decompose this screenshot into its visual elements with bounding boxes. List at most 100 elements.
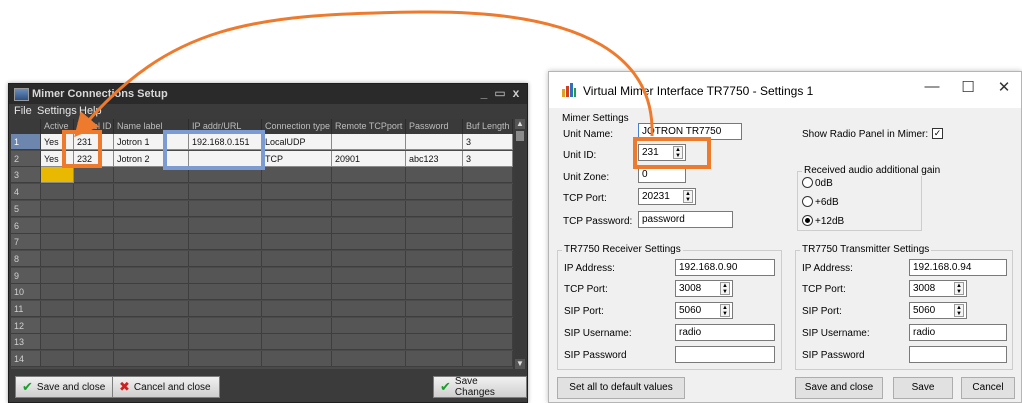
grid-cell[interactable] [41,267,74,284]
scroll-down-icon[interactable]: ▼ [515,359,525,369]
grid-cell[interactable] [406,217,463,234]
grid-cell[interactable] [463,351,513,368]
grid-cell[interactable] [262,184,332,201]
row-number[interactable]: 5 [11,200,41,217]
grid-cell[interactable] [262,334,332,351]
rx-ip-field[interactable]: 192.168.0.90 [675,259,775,276]
grid-cell[interactable] [262,284,332,301]
minimize-icon[interactable]: — [921,78,943,95]
tx-sip-field[interactable]: 5060 ▲ ▼ [909,302,967,319]
grid-cell[interactable] [463,267,513,284]
grid-cell[interactable] [332,250,406,267]
grid-cell[interactable] [114,351,189,368]
scroll-up-icon[interactable]: ▲ [515,119,525,129]
row-number[interactable]: 9 [11,267,41,284]
grid-cell[interactable] [189,284,262,301]
rx-sip-field[interactable]: 5060 ▲ ▼ [675,302,733,319]
grid-cell[interactable] [332,217,406,234]
grid-cell[interactable] [262,250,332,267]
grid-cell[interactable] [262,317,332,334]
grid-cell[interactable] [41,217,74,234]
grid-cell[interactable] [189,217,262,234]
grid-cell[interactable] [463,167,513,184]
grid-cell[interactable] [41,317,74,334]
row-number[interactable]: 14 [11,351,41,368]
tcp-port-field[interactable]: 20231 ▲ ▼ [638,188,696,205]
row-number[interactable]: 10 [11,284,41,301]
menu-help[interactable]: Help [79,105,102,117]
grid-cell[interactable] [332,267,406,284]
grid-cell[interactable] [114,301,189,317]
grid-cell[interactable] [189,200,262,217]
tx-pass-field[interactable] [909,346,1007,363]
grid-cell[interactable] [406,351,463,368]
row-number[interactable]: 6 [11,217,41,234]
grid-cell[interactable] [41,284,74,301]
spinner-icon[interactable]: ▲ ▼ [683,190,693,203]
menu-file[interactable]: File [14,105,32,117]
grid-cell[interactable] [262,200,332,217]
grid-cell[interactable] [406,167,463,184]
rx-tcp-field[interactable]: 3008 ▲ ▼ [675,280,733,297]
grid-cell[interactable] [189,184,262,201]
grid-cell[interactable] [406,317,463,334]
column-header[interactable] [11,119,41,134]
grid-cell[interactable] [332,301,406,317]
grid-cell[interactable] [41,301,74,317]
scroll-thumb[interactable] [516,131,524,141]
row-number[interactable]: 2 [11,150,41,167]
grid-cell[interactable] [114,250,189,267]
grid-cell[interactable] [463,334,513,351]
grid-cell[interactable] [463,250,513,267]
grid-cell[interactable] [332,317,406,334]
grid-cell[interactable] [262,217,332,234]
grid-cell[interactable] [332,234,406,251]
left-save-and-close-button[interactable]: ✔ Save and close [15,376,115,398]
maximize-icon[interactable]: ▭ [493,86,507,100]
tx-ip-field[interactable]: 192.168.0.94 [909,259,1007,276]
grid-cell[interactable] [332,184,406,201]
grid-cell[interactable] [406,234,463,251]
spinner-icon[interactable]: ▲ ▼ [720,304,730,317]
grid-cell[interactable] [463,317,513,334]
grid-cell[interactable] [463,284,513,301]
grid-cell[interactable] [406,134,463,150]
grid-cell[interactable] [332,334,406,351]
grid-cell[interactable] [406,284,463,301]
grid-cell[interactable] [114,317,189,334]
grid-cell[interactable]: LocalUDP [262,134,332,150]
grid-cell[interactable] [74,334,114,351]
grid-cell[interactable] [332,284,406,301]
grid-cell[interactable] [406,267,463,284]
grid-cell[interactable] [114,267,189,284]
close-icon[interactable]: x [509,86,523,100]
row-number[interactable]: 3 [11,167,41,184]
grid-cell[interactable] [262,234,332,251]
row-number[interactable]: 4 [11,184,41,201]
grid-cell[interactable] [189,334,262,351]
grid-cell[interactable] [74,200,114,217]
grid-cell[interactable] [406,184,463,201]
cancel-button[interactable]: Cancel [961,377,1015,399]
grid-cell[interactable] [114,217,189,234]
grid-cell[interactable] [41,200,74,217]
grid-cell[interactable]: 20901 [332,150,406,167]
grid-cell[interactable] [463,301,513,317]
grid-cell[interactable] [189,351,262,368]
spinner-icon[interactable]: ▲ ▼ [954,282,964,295]
cancel-and-close-button[interactable]: ✖ Cancel and close [112,376,220,398]
gain-0db-radio[interactable] [802,177,813,188]
maximize-icon[interactable]: ☐ [957,78,979,96]
rx-pass-field[interactable] [675,346,775,363]
grid-cell[interactable] [74,250,114,267]
grid-cell[interactable] [189,234,262,251]
row-number[interactable]: 11 [11,301,41,317]
gain-6db-radio[interactable] [802,196,813,207]
menu-settings[interactable]: Settings [37,105,77,117]
tx-tcp-field[interactable]: 3008 ▲ ▼ [909,280,967,297]
tcp-password-field[interactable]: password [638,211,733,228]
grid-cell[interactable] [74,217,114,234]
grid-cell[interactable] [74,351,114,368]
grid-cell[interactable] [189,317,262,334]
grid-cell[interactable]: 3 [463,150,513,167]
